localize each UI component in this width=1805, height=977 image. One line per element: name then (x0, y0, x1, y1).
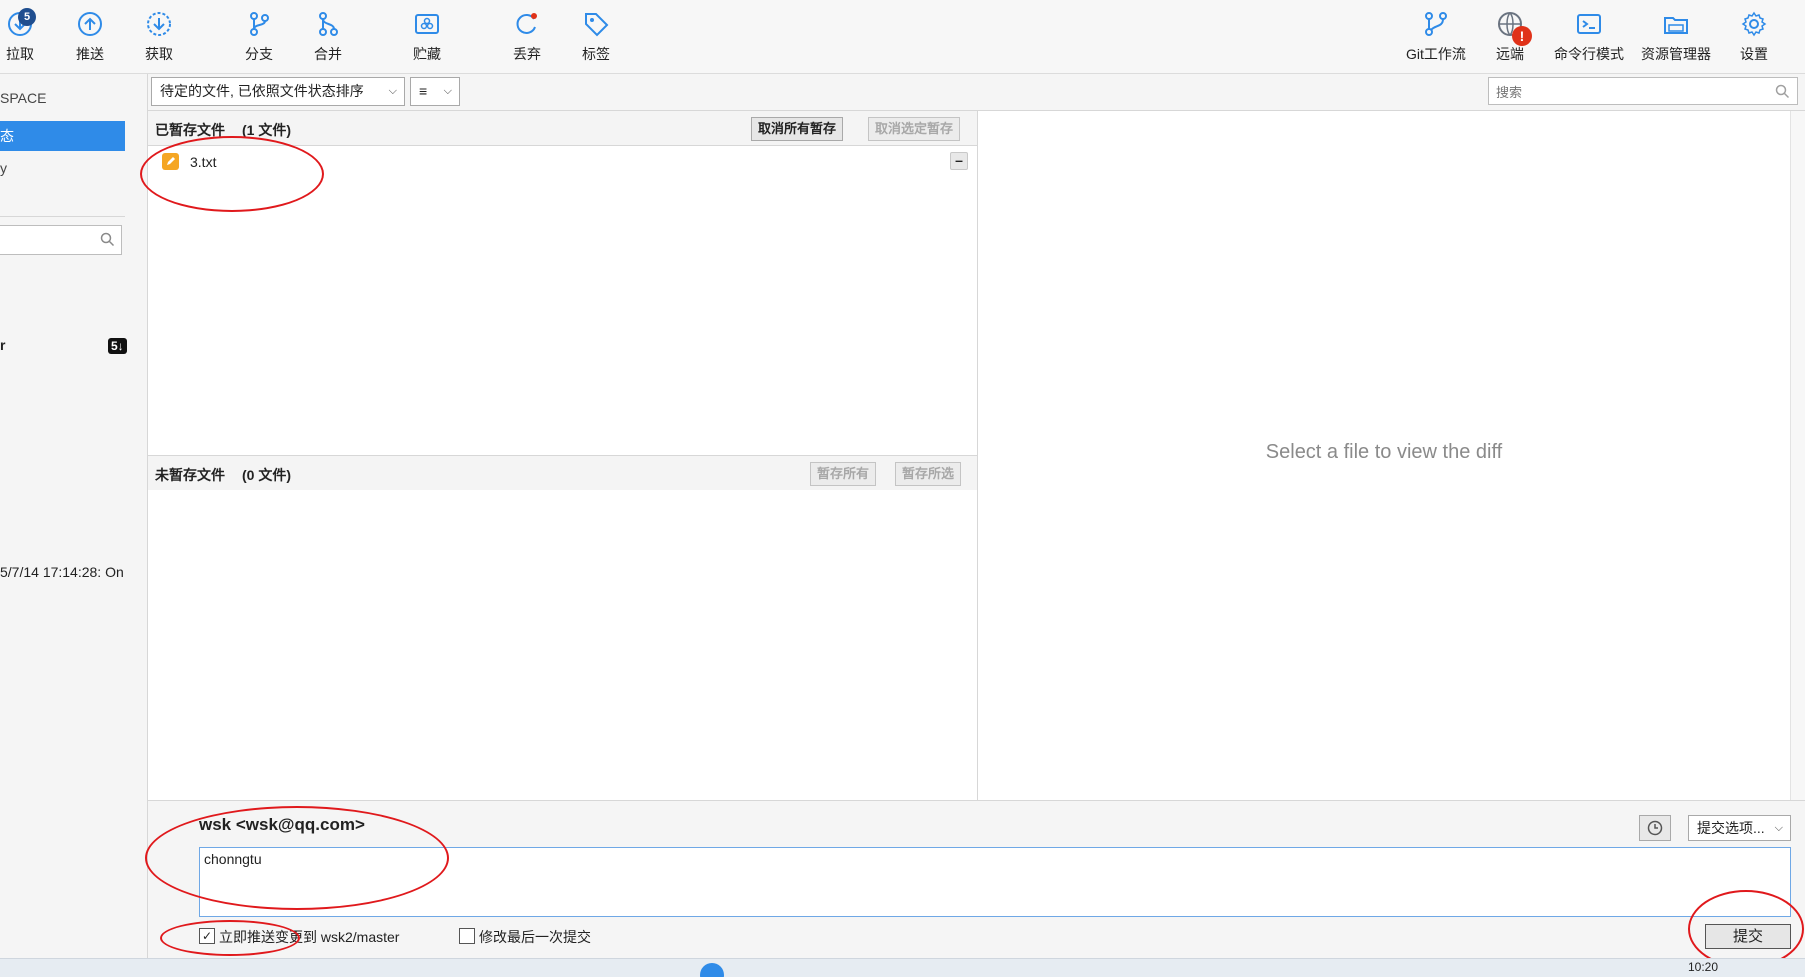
diff-scrollbar[interactable] (1790, 111, 1805, 800)
workspace-header: SPACE (0, 90, 47, 106)
terminal-button[interactable]: 命令行模式 (1548, 6, 1630, 68)
search-icon (1775, 84, 1790, 99)
explorer-icon (1664, 17, 1688, 34)
windows-taskbar: 10:20 (0, 958, 1805, 977)
merge-button[interactable]: 合并 (296, 6, 360, 68)
commit-message-text: chonngtu (204, 851, 262, 867)
diff-placeholder: Select a file to view the diff (1265, 441, 1503, 463)
sidebar: SPACE 态 y r 5↓ 5/7/14 17:14:28: On (0, 74, 148, 958)
list-mode-dropdown[interactable]: ≡ ⌵ (410, 77, 460, 106)
amend-label: 修改最后一次提交 (479, 929, 591, 945)
list-mode-icon: ≡ (419, 83, 428, 99)
settings-button[interactable]: 设置 (1722, 6, 1786, 68)
list-item[interactable]: 3.txt – (148, 150, 977, 174)
tag-icon (585, 13, 609, 37)
fetch-icon (147, 12, 171, 36)
discard-label: 丢弃 (513, 46, 541, 62)
staged-count: (1 文件) (242, 122, 291, 138)
filter-bar: 待定的文件, 已依照文件状态排序 ⌵ ≡ ⌵ (148, 74, 1805, 111)
main-toolbar: 5 拉取 推送 获取 分支 合并 贮藏 丢弃 标签 Git工作流 ! 远端 命令… (0, 0, 1805, 74)
push-label: 推送 (76, 46, 104, 62)
push-now-checkbox[interactable]: ✓ (199, 928, 215, 944)
stash-icon (415, 14, 439, 34)
branch-behind-badge: 5↓ (108, 338, 127, 354)
commit-options-label: 提交选项... (1697, 820, 1765, 836)
sidebar-item-history[interactable]: y (0, 160, 7, 176)
stash-button[interactable]: 贮藏 (395, 6, 459, 68)
unstaged-file-list (148, 490, 977, 799)
chevron-down-icon: ⌵ (388, 85, 397, 97)
git-flow-label: Git工作流 (1406, 46, 1466, 62)
merge-icon (319, 12, 338, 36)
settings-icon (1741, 11, 1767, 37)
commit-author: wsk <wsk@qq.com> (199, 815, 365, 834)
view-mode-dropdown[interactable]: 待定的文件, 已依照文件状态排序 ⌵ (151, 77, 405, 106)
search-icon (100, 232, 115, 247)
branch-label: 分支 (245, 46, 273, 62)
terminal-icon (1577, 14, 1601, 34)
commit-options-dropdown[interactable]: 提交选项... ⌵ (1688, 815, 1791, 841)
pull-button[interactable]: 5 拉取 (0, 6, 52, 68)
search-input[interactable] (1488, 77, 1798, 105)
clock-icon (1647, 820, 1663, 836)
stage-selected-button[interactable]: 暂存所选 (895, 462, 962, 486)
taskbar-app-icon[interactable] (700, 963, 724, 977)
settings-label: 设置 (1740, 46, 1768, 62)
remote-button[interactable]: ! 远端 (1478, 6, 1542, 68)
unstaged-header: 未暂存文件 (0 文件) 暂存所有 暂存所选 (148, 455, 977, 491)
fetch-label: 获取 (145, 46, 173, 62)
unstage-file-icon[interactable]: – (950, 152, 968, 170)
taskbar-clock: 10:20 (1688, 960, 1719, 974)
git-flow-button[interactable]: Git工作流 (1396, 6, 1476, 68)
stash-label: 贮藏 (413, 46, 441, 62)
push-icon (78, 12, 102, 36)
discard-button[interactable]: 丢弃 (495, 6, 559, 68)
chevron-down-icon: ⌵ (1774, 822, 1783, 834)
sidebar-divider (0, 216, 125, 217)
sidebar-stash-entry[interactable]: 5/7/14 17:14:28: On (0, 564, 124, 580)
terminal-label: 命令行模式 (1554, 46, 1624, 62)
modified-file-icon (162, 153, 179, 170)
remote-alert-icon: ! (1512, 26, 1532, 46)
staged-title: 已暂存文件 (155, 122, 225, 138)
sidebar-search-input[interactable] (0, 225, 122, 255)
file-name: 3.txt (190, 154, 217, 170)
push-now-label: 立即推送变更到 wsk2/master (219, 929, 400, 945)
merge-label: 合并 (314, 46, 342, 62)
push-button[interactable]: 推送 (58, 6, 122, 68)
diff-panel: Select a file to view the diff (978, 111, 1790, 800)
amend-checkbox[interactable] (459, 928, 475, 944)
commit-submit-button[interactable]: 提交 (1705, 924, 1791, 949)
view-mode-value: 待定的文件, 已依照文件状态排序 (160, 83, 364, 99)
pull-label: 拉取 (6, 46, 34, 62)
chevron-down-icon: ⌵ (443, 85, 452, 97)
explorer-label: 资源管理器 (1641, 46, 1711, 62)
tag-label: 标签 (582, 46, 610, 62)
discard-icon (516, 13, 537, 34)
remote-label: 远端 (1496, 46, 1524, 62)
unstaged-count: (0 文件) (242, 467, 291, 483)
pull-count-badge: 5 (18, 8, 36, 26)
staged-file-list: 3.txt – (148, 146, 977, 454)
git-flow-icon (1425, 12, 1447, 36)
commit-area: wsk <wsk@qq.com> 提交选项... ⌵ chonngtu ✓ 立即… (148, 800, 1805, 959)
staged-header: 已暂存文件 (1 文件) 取消所有暂存 取消选定暂存 (148, 111, 977, 146)
unstaged-title: 未暂存文件 (155, 467, 225, 483)
sidebar-item-file-status[interactable]: 态 (0, 121, 125, 151)
stage-all-button[interactable]: 暂存所有 (810, 462, 877, 486)
commit-message-input[interactable]: chonngtu (199, 847, 1791, 917)
branch-icon (250, 12, 269, 36)
unstage-all-button[interactable]: 取消所有暂存 (751, 117, 844, 141)
explorer-button[interactable]: 资源管理器 (1635, 6, 1717, 68)
sidebar-branch-master[interactable]: r (0, 337, 5, 353)
fetch-button[interactable]: 获取 (127, 6, 191, 68)
unstage-selected-button[interactable]: 取消选定暂存 (868, 117, 961, 141)
branch-button[interactable]: 分支 (227, 6, 291, 68)
tag-button[interactable]: 标签 (564, 6, 628, 68)
search-field[interactable] (1494, 79, 1768, 105)
commit-history-button[interactable] (1639, 815, 1671, 841)
